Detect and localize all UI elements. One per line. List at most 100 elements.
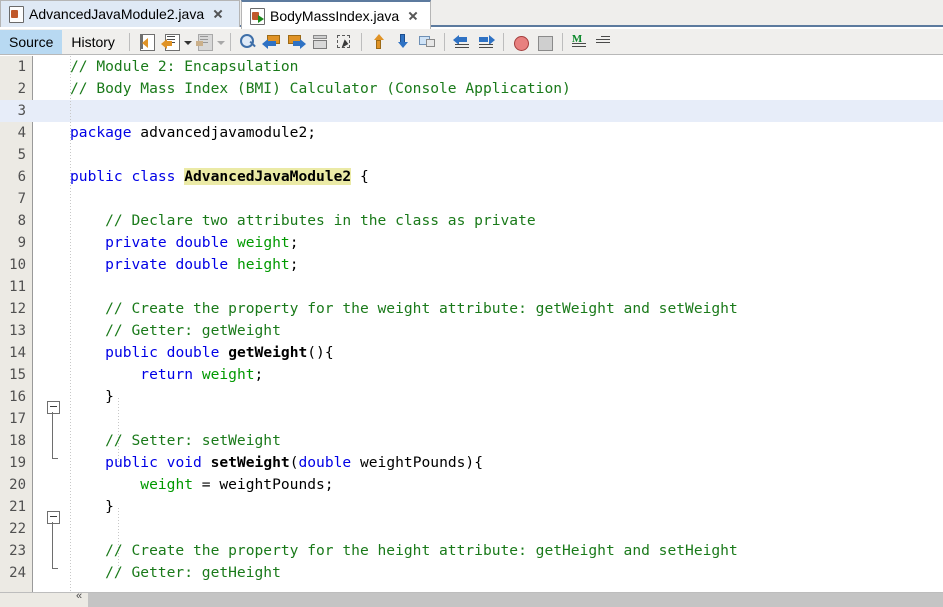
code-token: // Getter: getHeight	[70, 564, 281, 581]
tab-source[interactable]: Source	[0, 30, 63, 54]
next-error-icon[interactable]	[475, 31, 497, 53]
back-edit-dropdown-icon[interactable]	[183, 31, 192, 53]
code-line[interactable]: 4 package advancedjavamodule2;	[0, 122, 943, 144]
code-token: return	[140, 366, 194, 383]
code-line[interactable]: 13 // Getter: getWeight	[0, 320, 943, 342]
line-number: 24	[9, 565, 26, 581]
code-token: // Create the property for the weight at…	[70, 300, 738, 317]
code-line[interactable]: 19 public void setWeight(double weightPo…	[0, 452, 943, 474]
code-token: advancedjavamodule2;	[131, 124, 317, 141]
code-line-text: private double height;	[70, 254, 298, 276]
code-token: AdvancedJavaModule2	[184, 168, 352, 185]
fold-end-marker	[52, 458, 58, 459]
code-line[interactable]: 8 // Declare two attributes in the class…	[0, 210, 943, 232]
close-icon[interactable]	[212, 8, 224, 20]
fold-collapse-icon[interactable]	[47, 511, 60, 524]
code-text-area[interactable]: 1 // Module 2: Encapsulation 2 // Body Mass…	[0, 56, 943, 592]
code-line-text: // Create the property for the height at…	[70, 540, 738, 562]
toolbar-separator	[229, 32, 231, 51]
code-line[interactable]: 6 public class AdvancedJavaModule2 {	[0, 166, 943, 188]
line-number: 12	[9, 301, 26, 317]
code-line[interactable]: 22	[0, 518, 943, 540]
toolbar-separator	[128, 32, 130, 51]
document-tab-label: BodyMassIndex.java	[270, 7, 400, 24]
code-line-text: // Getter: getHeight	[70, 562, 281, 584]
horizontal-scrollbar[interactable]	[0, 590, 943, 607]
scrollbar-gutter-spacer	[0, 593, 72, 607]
code-line[interactable]: 18 // Setter: setWeight	[0, 430, 943, 452]
code-line-text: // Body Mass Index (BMI) Calculator (Con…	[70, 78, 571, 100]
previous-error-icon[interactable]	[451, 31, 473, 53]
fold-end-marker	[52, 568, 58, 569]
line-number: 20	[9, 477, 26, 493]
line-number: 10	[9, 257, 26, 273]
document-tab-advancedjavamodule2[interactable]: AdvancedJavaModule2.java	[0, 0, 240, 27]
java-runnable-file-icon	[249, 7, 265, 25]
code-line[interactable]: 17	[0, 408, 943, 430]
code-line[interactable]: 11	[0, 276, 943, 298]
code-token: }	[70, 498, 114, 515]
code-line-text: return weight;	[70, 364, 263, 386]
tab-history[interactable]: History	[62, 30, 124, 54]
scroll-left-icon[interactable]	[72, 590, 89, 607]
line-number: 2	[17, 81, 26, 97]
close-icon[interactable]	[407, 10, 419, 22]
stop-icon[interactable]	[534, 31, 556, 53]
code-line[interactable]: 12 // Create the property for the weight…	[0, 298, 943, 320]
code-token: package	[70, 124, 132, 141]
document-tab-bodymassindex[interactable]: BodyMassIndex.java	[241, 0, 431, 29]
code-line[interactable]: 1 // Module 2: Encapsulation	[0, 56, 943, 78]
shift-line-down-icon[interactable]	[392, 31, 414, 53]
code-token: ;	[289, 234, 299, 251]
inspect-members-icon[interactable]: M	[569, 31, 591, 53]
code-line[interactable]: 21 }	[0, 496, 943, 518]
toggle-bookmark-icon[interactable]	[309, 31, 331, 53]
code-token: ;	[254, 366, 264, 383]
code-line-text: }	[70, 386, 114, 408]
toolbar-separator	[360, 32, 362, 51]
last-edit-icon[interactable]	[136, 31, 158, 53]
toggle-rectangular-selection-icon[interactable]	[333, 31, 355, 53]
line-number: 23	[9, 543, 26, 559]
code-line[interactable]: 2 // Body Mass Index (BMI) Calculator (Co…	[0, 78, 943, 100]
line-number: 7	[17, 191, 26, 207]
toggle-breakpoint-icon[interactable]	[510, 31, 532, 53]
shift-line-up-icon[interactable]	[368, 31, 390, 53]
line-number: 5	[17, 147, 26, 163]
code-line[interactable]: 10 private double height;	[0, 254, 943, 276]
java-file-icon	[8, 6, 24, 23]
code-line[interactable]: 15 return weight;	[0, 364, 943, 386]
code-line[interactable]: 14 public double getWeight(){	[0, 342, 943, 364]
code-line[interactable]: 7	[0, 188, 943, 210]
code-editor[interactable]: 1 // Module 2: Encapsulation 2 // Body Mass…	[0, 56, 943, 592]
previous-bookmark-icon[interactable]	[261, 31, 283, 53]
line-number: 13	[9, 323, 26, 339]
format-icon[interactable]	[593, 31, 615, 53]
code-line[interactable]: 5	[0, 144, 943, 166]
code-token: // Module 2: Encapsulation	[70, 58, 299, 75]
line-number: 1	[17, 59, 26, 75]
code-line[interactable]: 16 }	[0, 386, 943, 408]
scrollbar-track[interactable]	[88, 593, 943, 607]
fold-line	[52, 522, 53, 568]
code-line[interactable]: 9 private double weight;	[0, 232, 943, 254]
line-number: 15	[9, 367, 26, 383]
code-token: setWeight	[210, 454, 290, 471]
code-line[interactable]: 23 // Create the property for the height…	[0, 540, 943, 562]
code-line[interactable]: 20 weight = weightPounds;	[0, 474, 943, 496]
line-number: 18	[9, 433, 26, 449]
start-macro-recording-icon[interactable]	[416, 31, 438, 53]
code-line[interactable]: 24 // Getter: getHeight	[0, 562, 943, 584]
code-token: public double	[105, 344, 220, 361]
line-number: 11	[9, 279, 26, 295]
fold-collapse-icon[interactable]	[47, 401, 60, 414]
back-edit-icon[interactable]	[160, 31, 182, 53]
code-line[interactable]: 3	[0, 100, 943, 122]
next-bookmark-icon[interactable]	[285, 31, 307, 53]
line-number: 8	[17, 213, 26, 229]
find-selection-icon[interactable]	[237, 31, 259, 53]
